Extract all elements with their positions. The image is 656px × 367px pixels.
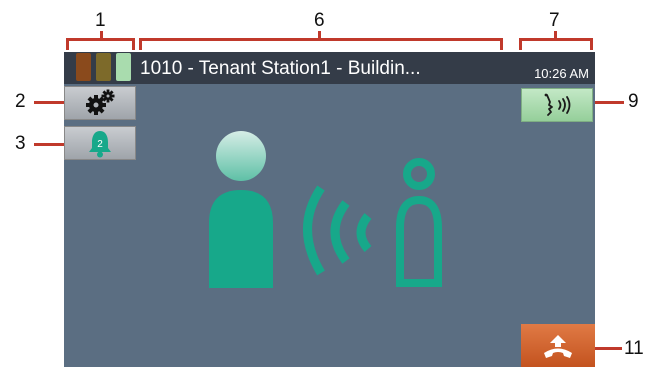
callout-6-stem bbox=[318, 31, 321, 39]
callout-9: 9 bbox=[628, 91, 639, 112]
notification-count: 2 bbox=[97, 139, 103, 150]
callout-3: 3 bbox=[15, 133, 26, 154]
callout-6-bracket-right bbox=[500, 38, 503, 50]
gears-icon bbox=[86, 89, 115, 115]
device-screen: 1010 - Tenant Station1 - Buildin... 10:2… bbox=[64, 52, 595, 367]
callout-9-line bbox=[590, 101, 624, 104]
hang-up-icon bbox=[544, 335, 572, 358]
bell-icon: 2 bbox=[85, 128, 115, 158]
callout-1: 1 bbox=[95, 10, 106, 31]
callout-7: 7 bbox=[549, 10, 560, 31]
status-bar: 1010 - Tenant Station1 - Buildin... 10:2… bbox=[64, 52, 595, 84]
callout-3-line bbox=[34, 143, 68, 146]
callout-6-bracket-top bbox=[139, 38, 503, 41]
station-title: 1010 - Tenant Station1 - Buildin... bbox=[140, 58, 421, 79]
signal-bar-3 bbox=[116, 53, 131, 81]
settings-button[interactable] bbox=[64, 86, 136, 120]
clock: 10:26 AM bbox=[534, 66, 589, 81]
callout-1-bracket-left bbox=[66, 38, 69, 50]
talk-button[interactable] bbox=[521, 88, 593, 122]
callout-1-bracket-right bbox=[132, 38, 135, 50]
notifications-button[interactable]: 2 bbox=[64, 126, 136, 160]
callout-7-stem bbox=[554, 31, 557, 39]
person-talking-to-station-icon bbox=[209, 131, 442, 288]
callout-7-bracket-right bbox=[590, 38, 593, 50]
end-call-button[interactable] bbox=[521, 324, 595, 367]
speaking-head-icon bbox=[544, 93, 571, 116]
signal-bar-2 bbox=[96, 53, 111, 81]
callout-2-line bbox=[34, 101, 68, 104]
signal-bar-1 bbox=[76, 53, 91, 81]
callout-1-stem bbox=[100, 31, 103, 39]
callout-2: 2 bbox=[15, 91, 26, 112]
callout-11: 11 bbox=[624, 338, 644, 359]
callout-6-bracket-left bbox=[139, 38, 142, 50]
callout-6: 6 bbox=[314, 10, 325, 31]
manual-figure: 1 6 7 2 3 9 11 1010 - Tenant Station1 - … bbox=[0, 0, 656, 367]
callout-11-line bbox=[594, 347, 622, 350]
callout-7-bracket-left bbox=[519, 38, 522, 50]
